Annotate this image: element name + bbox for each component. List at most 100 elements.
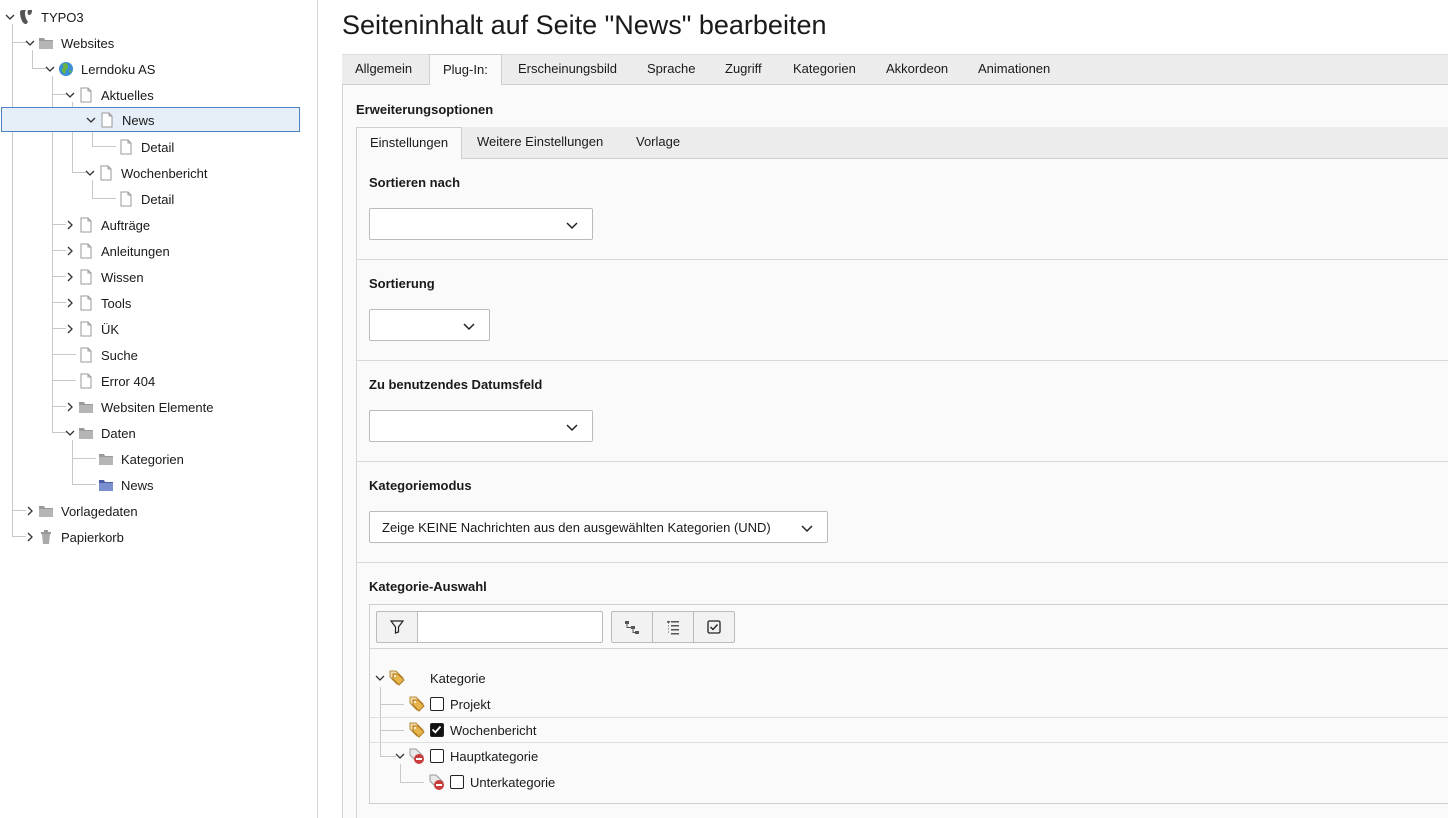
category-checkbox[interactable] bbox=[430, 749, 444, 763]
category-node-projekt[interactable]: Projekt bbox=[370, 691, 1448, 717]
tree-node-uek[interactable]: ÜK bbox=[0, 316, 300, 342]
category-node-root[interactable]: Kategorie bbox=[370, 665, 1448, 691]
form-tabs: Allgemein Plug-In: Erscheinungsbild Spra… bbox=[342, 54, 1448, 86]
page-icon bbox=[80, 217, 92, 233]
tree-node-daten[interactable]: Daten bbox=[0, 420, 300, 446]
chevron-right-icon[interactable] bbox=[64, 297, 76, 309]
tree-node-label: Aufträge bbox=[101, 218, 151, 233]
collapse-all-button[interactable] bbox=[652, 611, 694, 643]
chevron-down-icon[interactable] bbox=[84, 167, 96, 179]
tree-node-news-folder[interactable]: News bbox=[0, 472, 300, 498]
tree-node-wochenbericht[interactable]: Wochenbericht bbox=[0, 160, 300, 186]
tab-akkordeon[interactable]: Akkordeon bbox=[873, 54, 961, 86]
typo3-logo-icon bbox=[20, 10, 32, 24]
chevron-right-icon[interactable] bbox=[64, 219, 76, 231]
chevron-right-icon[interactable] bbox=[24, 531, 36, 543]
category-mode-select[interactable]: Zeige KEINE Nachrichten aus den ausgewäh… bbox=[369, 511, 828, 543]
page-icon bbox=[80, 87, 92, 103]
category-node-wochenbericht[interactable]: Wochenbericht bbox=[370, 717, 1448, 743]
chevron-right-icon[interactable] bbox=[24, 505, 36, 517]
chevron-down-icon[interactable] bbox=[374, 672, 386, 684]
category-filter-input[interactable] bbox=[417, 611, 603, 643]
tree-node-label: Suche bbox=[101, 348, 138, 363]
tree-node-anleitungen[interactable]: Anleitungen bbox=[0, 238, 300, 264]
sorting-select[interactable] bbox=[369, 309, 490, 341]
field-label: Kategorie-Auswahl bbox=[369, 579, 487, 594]
field-label: Sortierung bbox=[369, 276, 435, 291]
category-tree-box: Kategorie Projekt Wochenbericht Hauptkat… bbox=[369, 604, 1448, 804]
tab-kategorien[interactable]: Kategorien bbox=[780, 54, 869, 86]
chevron-down-icon[interactable] bbox=[44, 63, 56, 75]
field-sorting: Sortierung bbox=[357, 260, 1448, 361]
tree-node-label: ÜK bbox=[101, 322, 120, 337]
tab-plugin[interactable]: Plug-In: bbox=[429, 54, 502, 86]
tree-node-websites[interactable]: Websites bbox=[0, 30, 300, 56]
tree-node-news-selected[interactable]: News bbox=[1, 107, 300, 132]
date-field-select[interactable] bbox=[369, 410, 593, 442]
tree-node-label: Lerndoku AS bbox=[81, 62, 156, 77]
plugin-panel: Erweiterungsoptionen Einstellungen Weite… bbox=[342, 85, 1448, 818]
chevron-down-icon[interactable] bbox=[4, 11, 16, 23]
tree-node-papierkorb[interactable]: Papierkorb bbox=[0, 524, 300, 550]
page-title: Seiteninhalt auf Seite "News" bearbeiten bbox=[342, 10, 827, 40]
chevron-down-icon bbox=[463, 323, 475, 331]
chevron-right-icon[interactable] bbox=[64, 245, 76, 257]
tree-node-label: News bbox=[122, 113, 155, 128]
expand-all-button[interactable] bbox=[611, 611, 653, 643]
tree-expand-icon bbox=[625, 621, 639, 634]
tree-node-label: Websites bbox=[61, 36, 115, 51]
tree-node-news-detail[interactable]: Detail bbox=[0, 134, 300, 160]
page-icon bbox=[80, 321, 92, 337]
chevron-down-icon[interactable] bbox=[394, 750, 406, 762]
tab-sprache[interactable]: Sprache bbox=[634, 54, 708, 86]
category-checkbox-checked[interactable] bbox=[430, 723, 444, 737]
subtab-einstellungen[interactable]: Einstellungen bbox=[356, 127, 463, 160]
category-label: Hauptkategorie bbox=[450, 749, 539, 764]
field-sort-by: Sortieren nach bbox=[357, 159, 1448, 260]
tree-node-aktuelles[interactable]: Aktuelles bbox=[0, 82, 300, 108]
filter-button[interactable] bbox=[376, 611, 418, 643]
tab-allgemein[interactable]: Allgemein bbox=[342, 54, 425, 86]
category-node-hauptkategorie[interactable]: Hauptkategorie bbox=[370, 743, 1448, 769]
chevron-down-icon[interactable] bbox=[85, 114, 97, 126]
chevron-down-icon bbox=[566, 424, 578, 432]
tree-node-vorlagedaten[interactable]: Vorlagedaten bbox=[0, 498, 300, 524]
tree-node-typo3[interactable]: TYPO3 bbox=[0, 4, 300, 30]
sort-by-select[interactable] bbox=[369, 208, 593, 240]
tree-node-kategorien-folder[interactable]: Kategorien bbox=[0, 446, 300, 472]
tab-zugriff[interactable]: Zugriff bbox=[712, 54, 775, 86]
folder-icon bbox=[79, 402, 93, 413]
category-disabled-icon bbox=[409, 748, 424, 764]
tab-animationen[interactable]: Animationen bbox=[965, 54, 1063, 86]
globe-icon bbox=[59, 62, 73, 76]
subtab-vorlage[interactable]: Vorlage bbox=[623, 127, 693, 159]
tree-node-wissen[interactable]: Wissen bbox=[0, 264, 300, 290]
page-icon bbox=[120, 191, 132, 207]
tree-node-auftraege[interactable]: Aufträge bbox=[0, 212, 300, 238]
tree-node-label: TYPO3 bbox=[41, 10, 84, 25]
chevron-right-icon[interactable] bbox=[64, 323, 76, 335]
filter-icon bbox=[390, 620, 404, 634]
tree-node-label: Tools bbox=[101, 296, 132, 311]
chevron-down-icon[interactable] bbox=[24, 37, 36, 49]
show-checked-button[interactable] bbox=[693, 611, 735, 643]
tree-node-websiten-elemente[interactable]: Websiten Elemente bbox=[0, 394, 300, 420]
chevron-down-icon[interactable] bbox=[64, 89, 76, 101]
tab-erscheinungsbild[interactable]: Erscheinungsbild bbox=[505, 54, 630, 86]
chevron-right-icon[interactable] bbox=[64, 401, 76, 413]
settings-content: Sortieren nach Sortierung Zu benutzendes… bbox=[356, 159, 1448, 818]
tree-node-tools[interactable]: Tools bbox=[0, 290, 300, 316]
chevron-right-icon[interactable] bbox=[64, 271, 76, 283]
tree-node-lerndoku[interactable]: Lerndoku AS bbox=[0, 56, 300, 82]
field-label: Kategoriemodus bbox=[369, 478, 472, 493]
tree-node-suche[interactable]: Suche bbox=[0, 342, 300, 368]
category-icon bbox=[409, 696, 425, 712]
category-node-unterkategorie[interactable]: Unterkategorie bbox=[370, 769, 1448, 795]
tree-node-error-404[interactable]: Error 404 bbox=[0, 368, 300, 394]
category-checkbox[interactable] bbox=[450, 775, 464, 789]
tree-node-wochenbericht-detail[interactable]: Detail bbox=[0, 186, 300, 212]
chevron-down-icon[interactable] bbox=[64, 427, 76, 439]
subtab-weitere-einstellungen[interactable]: Weitere Einstellungen bbox=[464, 127, 616, 159]
tree-node-label: Websiten Elemente bbox=[101, 400, 214, 415]
category-checkbox[interactable] bbox=[430, 697, 444, 711]
